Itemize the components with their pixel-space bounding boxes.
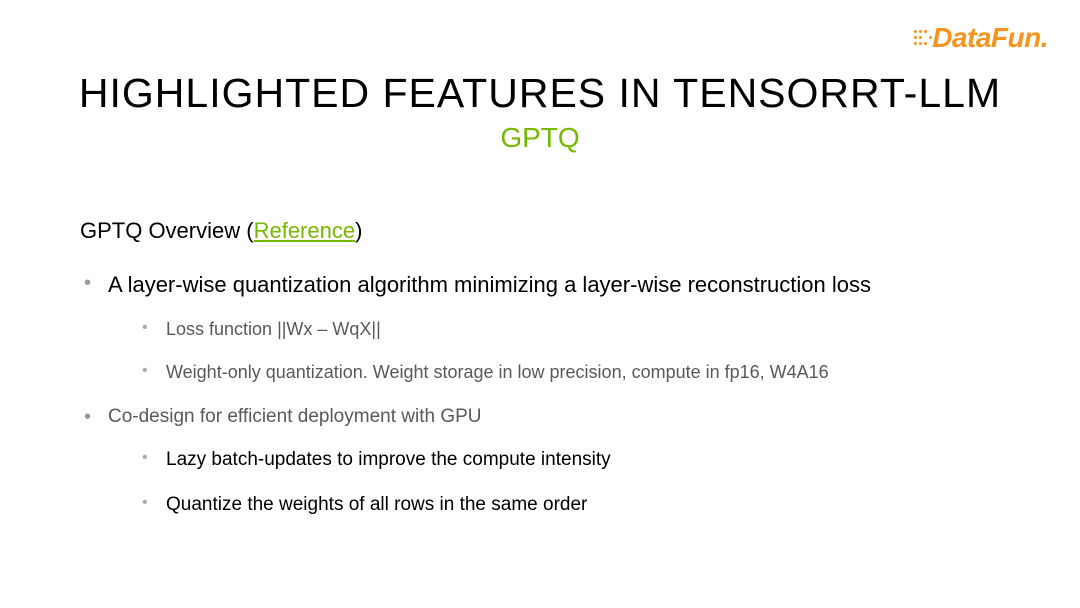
bullet-text: Lazy batch-updates to improve the comput…: [166, 449, 611, 470]
logo-dots-icon: [912, 28, 934, 48]
reference-link[interactable]: Reference: [254, 218, 356, 243]
logo-text: DataFun.: [932, 22, 1048, 54]
slide-title: HIGHLIGHTED FEATURES IN TENSORRT-LLM: [79, 70, 1001, 117]
overview-prefix: GPTQ Overview (: [80, 218, 254, 243]
slide-subtitle: GPTQ: [500, 122, 579, 154]
bullet-text: A layer-wise quantization algorithm mini…: [108, 272, 871, 297]
slide-content: GPTQ Overview (Reference) A layer-wise q…: [80, 218, 1020, 537]
bullet-level2: Loss function ||Wx – WqX||: [108, 318, 1020, 341]
bullet-level1: Co-design for efficient deployment with …: [80, 404, 1020, 517]
bullet-text: Quantize the weights of all rows in the …: [166, 494, 587, 515]
overview-heading: GPTQ Overview (Reference): [80, 218, 1020, 244]
bullet-level2: Lazy batch-updates to improve the comput…: [108, 448, 1020, 473]
overview-suffix: ): [355, 218, 362, 243]
bullet-text: Loss function ||Wx – WqX||: [166, 319, 381, 339]
bullet-level2: Weight-only quantization. Weight storage…: [108, 361, 1020, 384]
datafun-logo: DataFun.: [912, 22, 1048, 54]
bullet-text: Co-design for efficient deployment with …: [108, 406, 482, 427]
bullet-text: Weight-only quantization. Weight storage…: [166, 362, 829, 382]
bullet-level2: Quantize the weights of all rows in the …: [108, 493, 1020, 518]
bullet-level1: A layer-wise quantization algorithm mini…: [80, 270, 1020, 384]
